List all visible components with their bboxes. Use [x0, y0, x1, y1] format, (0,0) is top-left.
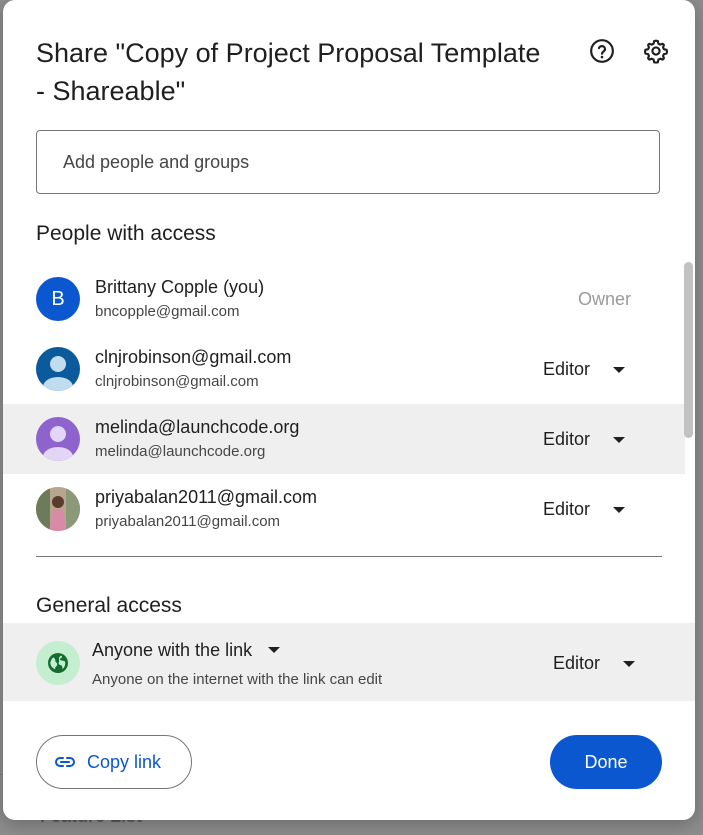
owner-role-label: Owner [578, 289, 632, 309]
avatar [36, 417, 80, 461]
role-label: Editor [543, 498, 591, 519]
copy-link-button[interactable]: Copy link [36, 735, 192, 789]
done-button[interactable]: Done [550, 735, 662, 789]
avatar-letter: B [51, 287, 65, 310]
person-email: bncopple@gmail.com [95, 303, 240, 320]
general-access-dropdown[interactable]: Anyone with the link [92, 635, 281, 665]
role-label: Editor [543, 358, 591, 379]
person-row: clnjrobinson@gmail.com clnjrobinson@gmai… [3, 334, 685, 404]
role-label: Editor [553, 652, 601, 673]
profile-photo [36, 487, 80, 531]
general-access-label: Anyone with the link [92, 639, 253, 660]
general-access-description: Anyone on the internet with the link can… [92, 671, 383, 688]
person-placeholder-icon [43, 356, 73, 391]
caret-down-icon [623, 661, 635, 667]
caret-down-icon [268, 647, 281, 653]
general-access-heading: General access [36, 594, 182, 617]
person-row-owner: B Brittany Copple (you) bncopple@gmail.c… [3, 264, 685, 334]
person-name: clnjrobinson@gmail.com [95, 347, 292, 367]
person-email: clnjrobinson@gmail.com [95, 373, 259, 390]
help-icon [590, 39, 614, 63]
avatar-photo [36, 487, 80, 531]
copy-link-label: Copy link [87, 751, 162, 772]
general-access-role-dropdown[interactable]: Editor [543, 645, 653, 681]
caret-down-icon [613, 367, 625, 373]
role-label: Editor [543, 428, 591, 449]
link-icon [55, 757, 75, 767]
settings-button[interactable] [640, 35, 672, 67]
caret-down-icon [613, 437, 625, 443]
gear-icon [643, 39, 669, 64]
role-dropdown[interactable]: Editor [533, 351, 643, 387]
globe-icon [36, 641, 80, 685]
caret-down-icon [613, 507, 625, 513]
avatar: B [36, 277, 80, 321]
scrollbar-thumb[interactable] [684, 262, 693, 438]
share-dialog: Share "Copy of Project Proposal Template… [3, 0, 695, 820]
person-name: Brittany Copple (you) [95, 277, 265, 297]
dialog-title: Share "Copy of Project Proposal Template… [36, 38, 541, 106]
person-placeholder-icon [43, 426, 73, 461]
person-row: melinda@launchcode.org melinda@launchcod… [3, 404, 685, 474]
people-with-access-heading: People with access [36, 222, 216, 245]
role-dropdown[interactable]: Editor [533, 491, 643, 527]
person-name: melinda@launchcode.org [95, 417, 300, 437]
person-email: melinda@launchcode.org [95, 443, 266, 460]
person-email: priyabalan2011@gmail.com [95, 513, 281, 530]
person-row: priyabalan2011@gmail.com priyabalan2011@… [3, 474, 685, 544]
role-dropdown[interactable]: Editor [533, 421, 643, 457]
general-access-row: Anyone with the link Anyone on the inter… [3, 623, 695, 701]
person-name: priyabalan2011@gmail.com [95, 487, 318, 507]
add-people-input[interactable] [36, 130, 660, 194]
divider [36, 556, 662, 557]
avatar [36, 347, 80, 391]
help-button[interactable] [586, 35, 618, 67]
